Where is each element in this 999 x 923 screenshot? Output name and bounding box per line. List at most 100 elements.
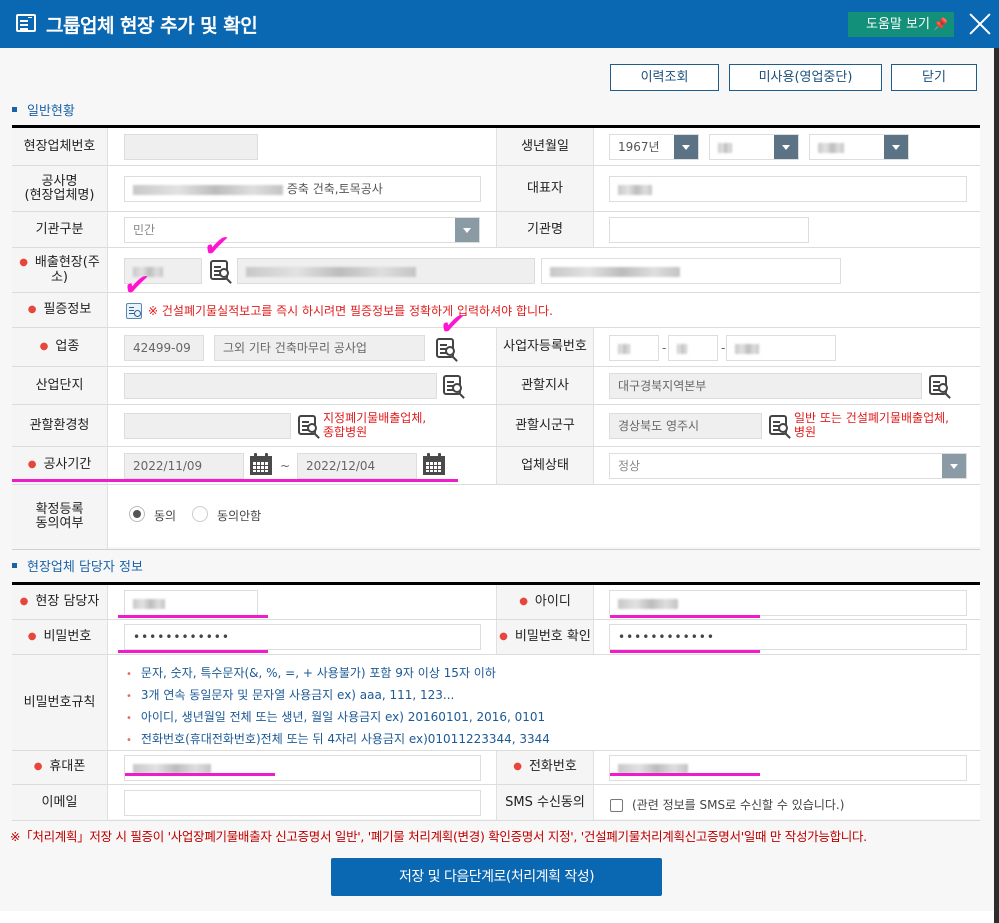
close-icon[interactable]: [966, 10, 994, 38]
password-rule: 3개 연속 동일문자 및 문자열 사용금지 ex) aaa, 111, 123.…: [126, 685, 550, 707]
separator: -: [721, 341, 726, 355]
blurred-value: [133, 266, 163, 277]
label-project-name: 공사명 (현장업체명): [12, 166, 108, 211]
birth-month-select[interactable]: [709, 134, 799, 160]
annotation-underline: [610, 650, 760, 653]
label-env-office: 관할환경청: [12, 405, 108, 446]
label-org-name: 기관명: [496, 212, 594, 247]
annotation-underline: [118, 650, 268, 653]
password-rules-list: 문자, 숫자, 특수문자(&, %, =, + 사용불가) 포함 9자 이상 1…: [126, 663, 550, 751]
industrial-complex-search-icon[interactable]: [443, 375, 465, 397]
modal-title: 그룹업체 현장 추가 및 확인: [46, 15, 258, 37]
row-emission-site: 배출현장(주소): [12, 248, 980, 293]
blurred-value: [133, 763, 211, 774]
consent-disagree-radio[interactable]: [192, 506, 208, 522]
password-confirm-input[interactable]: ••••••••••••: [609, 624, 967, 650]
blurred-value: [246, 266, 416, 277]
label-org-type: 기관구분: [12, 212, 108, 247]
industry-name-field: 그외 기타 건축마무리 공사업: [214, 335, 425, 361]
chevron-down-icon: [774, 135, 798, 159]
district-note: 일반 또는 건설폐기물배출업체, 병원: [794, 411, 949, 439]
history-button[interactable]: 이력조회: [610, 64, 719, 91]
manager-input[interactable]: [124, 590, 258, 616]
row-site-no: 현장업체번호 생년월일 1967년: [12, 128, 980, 166]
modal-header: 그룹업체 현장 추가 및 확인 도움말 보기 📌: [0, 0, 999, 48]
sms-consent-checkbox[interactable]: [610, 799, 623, 812]
label-manager: 현장 담당자: [12, 585, 108, 619]
save-next-button[interactable]: 저장 및 다음단계로(처리계획 작성): [331, 858, 662, 896]
org-name-input[interactable]: [609, 217, 809, 243]
blurred-value: [818, 142, 844, 153]
env-office-field: [124, 413, 291, 439]
consent-agree-label: 동의: [154, 509, 177, 523]
row-industrial-complex: 산업단지 관할지사 대구경북지역본부: [12, 367, 980, 405]
blurred-value: [133, 184, 283, 195]
row-phone: 휴대폰 전화번호: [12, 751, 980, 785]
password-input[interactable]: ••••••••••••: [124, 624, 481, 650]
label-district: 관할시군구: [496, 405, 594, 446]
address-search-icon[interactable]: [210, 260, 232, 282]
period-start-input[interactable]: 2022/11/09: [124, 453, 244, 479]
industry-search-icon[interactable]: [436, 338, 458, 360]
annotation-underline: [125, 773, 275, 776]
pin-icon: 📌: [932, 17, 948, 31]
address-field: [237, 258, 535, 284]
footer-note: ※「처리계획」저장 시 필증이 '사업장폐기물배출자 신고증명서 일반', '폐…: [10, 829, 867, 844]
label-user-id: 아이디: [496, 585, 594, 619]
label-email: 이메일: [12, 785, 108, 820]
org-type-select[interactable]: 민간: [124, 217, 480, 243]
blurred-value: [618, 343, 630, 354]
window-icon: [16, 14, 36, 32]
branch-search-icon[interactable]: [929, 375, 951, 397]
phone-input[interactable]: [609, 755, 967, 781]
calendar-icon[interactable]: [423, 453, 445, 475]
separator: -: [662, 341, 667, 355]
consent-agree-radio[interactable]: [129, 506, 145, 522]
biz-reg-no-part1[interactable]: [609, 335, 659, 361]
sms-consent-text: (관련 정보를 SMS로 수신할 수 있습니다.): [632, 798, 845, 812]
status-select[interactable]: 정상: [609, 453, 967, 479]
general-info-table: 현장업체번호 생년월일 1967년 공사명 (현장업체명) 증축 건축,토목공사…: [12, 125, 980, 550]
birth-year-select[interactable]: 1967년: [609, 134, 699, 160]
biz-reg-no-part2[interactable]: [668, 335, 718, 361]
env-office-search-icon[interactable]: [298, 415, 320, 437]
mobile-input[interactable]: [124, 755, 481, 781]
label-industry: 업종: [12, 328, 108, 366]
row-org-type: 기관구분 민간 기관명: [12, 212, 980, 248]
blurred-value: [550, 266, 680, 277]
email-input[interactable]: [124, 790, 481, 816]
bullet-square-icon: [12, 563, 17, 568]
env-office-note: 지정폐기물배출업체, 종합병원: [323, 411, 427, 439]
period-end-input[interactable]: 2022/12/04: [297, 453, 417, 479]
password-rule: 문자, 숫자, 특수문자(&, %, =, + 사용불가) 포함 9자 이상 1…: [126, 663, 550, 685]
row-required-info: 필증정보 ※ 건설폐기물실적보고를 즉시 하시려면 필증정보를 정확하게 입력하…: [12, 293, 980, 328]
certificate-search-icon[interactable]: [126, 303, 142, 319]
row-email: 이메일 SMS 수신동의 (관련 정보를 SMS로 수신할 수 있습니다.): [12, 785, 980, 821]
zip-code-field: [124, 258, 202, 284]
district-search-icon[interactable]: [769, 415, 791, 437]
project-name-input[interactable]: 증축 건축,토목공사: [124, 176, 481, 202]
chevron-down-icon: [884, 135, 908, 159]
address-detail-input[interactable]: [541, 258, 841, 284]
label-password-confirm: 비밀번호 확인: [496, 620, 594, 654]
modal-dialog: 그룹업체 현장 추가 및 확인 도움말 보기 📌 이력조회 미사용(영업중단) 닫…: [0, 0, 999, 911]
annotation-underline: [118, 615, 268, 618]
help-button[interactable]: 도움말 보기 📌: [848, 12, 954, 37]
birth-day-select[interactable]: [809, 134, 909, 160]
blurred-value: [618, 598, 678, 609]
close-button[interactable]: 닫기: [891, 64, 977, 91]
annotation-underline: [12, 479, 458, 482]
calendar-icon[interactable]: [250, 453, 272, 475]
period-tilde: ~: [280, 459, 291, 473]
section-title-contact: 현장업체 담당자 정보: [12, 556, 143, 575]
user-id-input[interactable]: [609, 590, 967, 616]
label-emission-site: 배출현장(주소): [12, 248, 108, 292]
label-industrial-complex: 산업단지: [12, 367, 108, 404]
blurred-value: [133, 598, 165, 609]
representative-input[interactable]: [609, 176, 967, 202]
row-password-rules: 비밀번호규칙 문자, 숫자, 특수문자(&, %, =, + 사용불가) 포함 …: [12, 655, 980, 751]
blurred-value: [735, 343, 759, 354]
biz-reg-no-part3[interactable]: [726, 335, 836, 361]
label-branch: 관할지사: [496, 367, 594, 404]
disable-button[interactable]: 미사용(영업중단): [729, 64, 882, 91]
